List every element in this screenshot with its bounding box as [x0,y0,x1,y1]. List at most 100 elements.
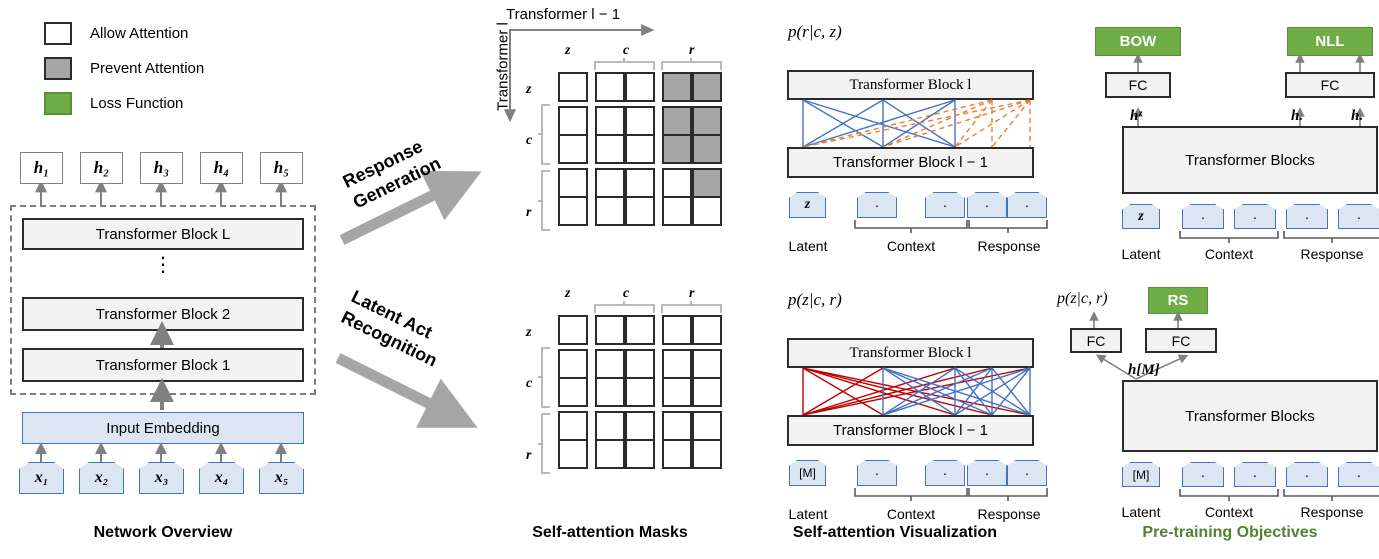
objectives-top-group-response: Response [1300,246,1364,262]
visualization-top-block-lower: Transformer Block l − 1 [787,147,1034,178]
transition-arrows: Response Generation Latent Act Recogniti… [330,120,490,428]
mask-bottom-row-braces [538,347,550,474]
mask-bottom-row-label-r: r [526,448,532,463]
mask-bottom-col-braces [594,301,722,313]
visualization-bottom-block-lower: Transformer Block l − 1 [787,415,1034,446]
mask-cell-allow [595,196,625,226]
panel-self-attention-visualization: p(r|c, z) Transformer Block l Transforme… [745,0,1048,559]
hidden-output-3: h₃ [140,152,183,184]
caption-pretraining-objectives: Pre-training Objectives [1142,524,1318,541]
visualization-bottom-edges [802,367,1031,416]
mask-cell-allow [625,377,655,407]
mask-cell-allow [595,439,625,469]
visualization-top-group-response: Response [977,238,1041,254]
mask-cell-allow [625,72,655,102]
mask-cell-allow [595,315,625,345]
visualization-bottom-group-response: Response [977,506,1041,522]
mask-cell-allow [625,349,655,379]
objectives-bottom: p(z|c, r) RS FC FC Transformer Blocks h[… [1050,270,1379,535]
stack-ellipsis: ⋮ [153,254,173,276]
input-token-3: x₃ [139,462,184,494]
mask-cell-allow [595,134,625,164]
mask-bottom-col-label-r: r [689,286,695,301]
objectives-bottom-fan-arrows [1095,354,1189,380]
mask-cell-allow [662,196,692,226]
mask-cell-allow [625,411,655,441]
mask-cell-prevent [662,106,692,136]
visualization-top-token-response-1: · [967,192,1007,218]
mask-top-row-label-r: r [526,205,532,220]
fc-nll: FC [1285,72,1375,98]
visualization-top-token-context-1: · [857,192,897,218]
visualization-bottom-group-context: Context [886,506,936,522]
visualization-top-edges [802,99,1031,148]
panel-self-attention-masks: Transformer l − 1 Transformer l z c r z … [480,0,740,559]
mask-cell-allow [558,134,588,164]
fc-latent-distribution: FC [1070,328,1122,353]
mask-cell-allow [595,168,625,198]
loss-bow-badge: BOW [1095,27,1181,56]
objectives-bottom-group-latent: Latent [1121,504,1161,520]
loss-nll-badge: NLL [1287,27,1373,56]
visualization-bottom: p(z|c, r) Transformer Block l Transforme… [745,270,1048,535]
hidden-output-1: h₁ [20,152,63,184]
hidden-label-h-response-2: h. [1351,108,1364,124]
transformer-block-1: Transformer Block 1 [22,348,304,382]
mask-cell-allow [625,106,655,136]
mask-cell-allow [662,168,692,198]
mask-cell-allow [625,315,655,345]
visualization-top-group-context: Context [886,238,936,254]
objectives-bottom-group-response: Response [1300,504,1364,520]
mask-cell-allow [625,168,655,198]
mask-cell-allow [625,439,655,469]
mask-cell-allow [662,377,692,407]
mask-cell-allow [558,315,588,345]
objectives-bottom-group-context: Context [1204,504,1254,520]
block1-to-block2-arrow [150,321,174,348]
mask-cell-allow [595,377,625,407]
panel-pretraining-objectives: BOW NLL FC FC Transformer Blocks hᶻ h. h… [1050,0,1379,559]
transformer-block-2: Transformer Block 2 [22,297,304,331]
mask-bottom-col-label-z: z [565,286,571,301]
mask-cell-allow [558,196,588,226]
embedding-to-stack-arrow [150,378,174,410]
visualization-top: p(r|c, z) Transformer Block l Transforme… [745,0,1048,265]
visualization-top-group-latent: Latent [788,238,828,254]
hidden-label-h-mask: h[M] [1128,362,1160,378]
transformer-blocks-top: Transformer Blocks [1122,126,1378,194]
hidden-output-5: h₅ [260,152,303,184]
caption-self-attention-masks: Self-attention Masks [532,524,688,541]
visualization-top-formula: p(r|c, z) [788,22,842,41]
mask-cell-allow [662,439,692,469]
objectives-top-token-context-1: · [1182,204,1224,229]
mask-cell-allow [595,411,625,441]
mask-top-col-label-z: z [565,43,571,58]
hidden-label-h-response-1: h. [1291,108,1304,124]
visualization-top-token-context-2: · [925,192,965,218]
mask-cell-allow [595,349,625,379]
transformer-blocks-bottom: Transformer Blocks [1122,380,1378,452]
mask-cell-allow [692,315,722,345]
objectives-top-token-latent: z [1122,204,1160,229]
objectives-top-token-response-2: · [1338,204,1379,229]
mask-cell-allow [558,377,588,407]
mask-cell-prevent [662,134,692,164]
loss-rs-badge: RS [1148,287,1208,314]
mask-top-col-label-r: r [689,43,695,58]
mask-bottom-row-label-z: z [526,325,532,340]
mask-bottom-row-label-c: c [526,376,533,391]
mask-grid-top: z c r z c r [480,0,740,270]
objectives-top-group-latent: Latent [1121,246,1161,262]
caption-network-overview: Network Overview [93,524,233,541]
input-token-2: x₂ [79,462,124,494]
visualization-bottom-token-latent: [M] [789,460,826,486]
visualization-top-group-braces [854,220,1048,233]
mask-top-col-braces [594,58,722,70]
fc-bow: FC [1105,72,1171,98]
visualization-top-token-latent: z [789,192,826,218]
mask-cell-prevent [692,106,722,136]
objectives-top-token-context-2: · [1234,204,1276,229]
mask-cell-allow [595,72,625,102]
visualization-top-token-response-2: · [1007,192,1047,218]
visualization-top-block-upper: Transformer Block l [787,70,1034,100]
